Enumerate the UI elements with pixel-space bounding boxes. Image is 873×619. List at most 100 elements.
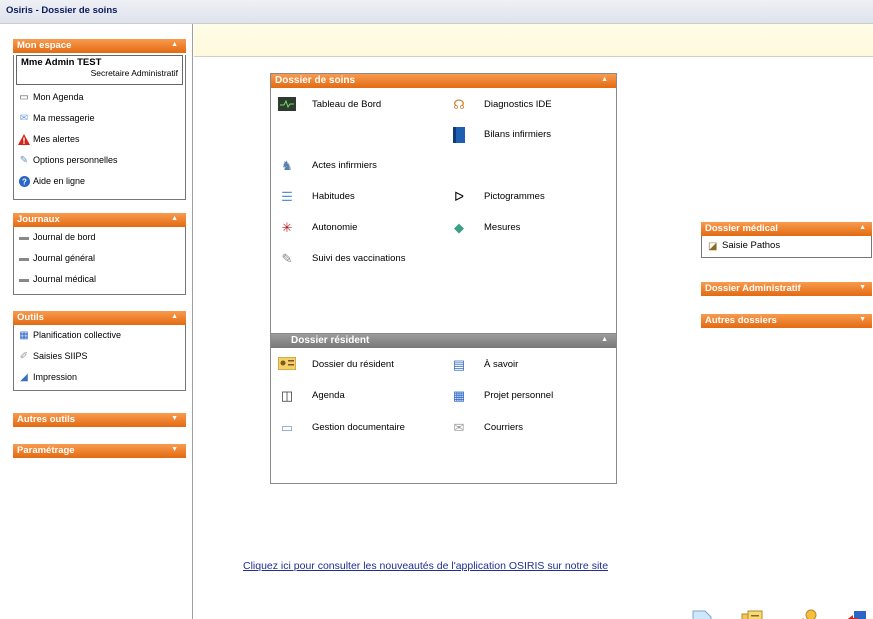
sidebar-item-label: Journal de bord <box>33 232 96 242</box>
grid-icon: ▦ <box>19 330 29 341</box>
item-label: Agenda <box>312 390 345 401</box>
item-label: Habitudes <box>312 191 355 202</box>
mon-espace-header[interactable]: Mon espace ▲ <box>13 39 186 53</box>
chevron-up-icon[interactable]: ▲ <box>859 224 866 231</box>
window-titlebar: Osiris - Dossier de soins <box>0 0 873 24</box>
list-icon: ☰ <box>281 189 293 204</box>
documents-icon[interactable] <box>740 609 768 619</box>
user-role: Secretaire Administratif <box>90 68 178 78</box>
item-label: À savoir <box>484 359 519 370</box>
mon-espace-title: Mon espace <box>17 40 72 51</box>
document-icon: ▭ <box>280 420 294 435</box>
outils-header[interactable]: Outils ▲ <box>13 311 186 325</box>
mon-espace-section: Mon espace ▲ Mme Admin TEST Secretaire A… <box>13 39 186 200</box>
id-card-icon <box>277 356 297 373</box>
sidebar-item-journal-medical[interactable]: ▬ Journal médical <box>14 269 185 290</box>
printer-icon: ◢ <box>20 372 28 383</box>
sidebar-item-label: Mes alertes <box>33 134 80 144</box>
dossier-resident-header[interactable]: Dossier résident ▲ <box>271 334 616 348</box>
sidebar-item-journal-bord[interactable]: ▬ Journal de bord <box>14 227 185 248</box>
chevron-up-icon[interactable]: ▲ <box>601 76 608 83</box>
key-icon[interactable] <box>794 609 824 619</box>
dossier-medical-section: Dossier médical ▲ ◪ Saisie Pathos <box>701 222 872 258</box>
sidebar-item-journal-general[interactable]: ▬ Journal général <box>14 248 185 269</box>
dossier-soins-panel: Dossier de soins ▲ Tableau de Bord ☊ Dia… <box>270 73 617 340</box>
dossier-administratif-header[interactable]: Dossier Administratif ▼ <box>701 282 872 296</box>
autres-dossiers-section[interactable]: Autres dossiers ▼ <box>701 314 872 328</box>
item-label: Projet personnel <box>484 390 554 401</box>
sidebar-item-label: Options personnelles <box>33 155 118 165</box>
svg-text:?: ? <box>22 178 27 187</box>
saisie-pathos-item[interactable]: ◪ Saisie Pathos <box>701 236 872 258</box>
dossier-administratif-section[interactable]: Dossier Administratif ▼ <box>701 282 872 296</box>
chevron-down-icon[interactable]: ▼ <box>171 446 178 453</box>
parametrage-header[interactable]: Paramétrage ▼ <box>13 444 186 458</box>
item-label: Courriers <box>484 422 524 433</box>
autres-outils-title: Autres outils <box>17 414 76 425</box>
user-name: Mme Admin TEST <box>21 57 102 68</box>
sidebar-item-impression[interactable]: ◢ Impression <box>14 367 185 388</box>
sidebar-item-alertes[interactable]: Mes alertes <box>14 129 185 150</box>
dossier-medical-title: Dossier médical <box>705 223 778 234</box>
item-label: Pictogrammes <box>484 191 545 202</box>
sidebar-item-agenda[interactable]: ▭ Mon Agenda <box>14 87 185 108</box>
dossier-administratif-title: Dossier Administratif <box>705 283 801 294</box>
sidebar-item-messagerie[interactable]: ✉ Ma messagerie <box>14 108 185 129</box>
pictogram-icon: ᐅ <box>454 189 464 204</box>
sidebar-item-label: Saisies SIIPS <box>33 351 88 361</box>
chevron-down-icon[interactable]: ▼ <box>859 316 866 323</box>
outils-section: Outils ▲ ▦ Planification collective ✐ Sa… <box>13 311 186 391</box>
autres-outils-section[interactable]: Autres outils ▼ <box>13 413 186 427</box>
chevron-up-icon[interactable]: ▲ <box>601 336 608 343</box>
nurse-icon: ♞ <box>281 158 293 173</box>
user-info-box: Mme Admin TEST Secretaire Administratif <box>16 55 183 85</box>
item-label: Autonomie <box>312 222 358 233</box>
chevron-up-icon[interactable]: ▲ <box>171 215 178 222</box>
chevron-up-icon[interactable]: ▲ <box>171 313 178 320</box>
sidebar-item-label: Journal médical <box>33 274 97 284</box>
logout-icon[interactable] <box>844 609 872 619</box>
dossier-resident-title: Dossier résident <box>291 335 370 346</box>
envelope-icon: ✉ <box>19 113 29 124</box>
outils-title: Outils <box>17 312 44 323</box>
dossier-medical-header[interactable]: Dossier médical ▲ <box>701 222 872 236</box>
calendar-icon: ◫ <box>280 388 294 403</box>
item-label: Mesures <box>484 222 521 233</box>
sidebar-item-planification[interactable]: ▦ Planification collective <box>14 325 185 346</box>
alert-icon <box>18 134 30 145</box>
autres-outils-header[interactable]: Autres outils ▼ <box>13 413 186 427</box>
journal-icon: ▬ <box>19 253 29 264</box>
dossier-resident-panel: Dossier résident ▲ Dossier du résident ▤… <box>270 333 617 484</box>
item-label: Actes infirmiers <box>312 160 377 171</box>
chevron-up-icon[interactable]: ▲ <box>171 41 178 48</box>
window-title: Osiris - Dossier de soins <box>6 5 118 16</box>
sidebar-item-aide[interactable]: ? Aide en ligne <box>14 171 185 192</box>
dossier-soins-header[interactable]: Dossier de soins ▲ <box>271 74 616 88</box>
item-label: Diagnostics IDE <box>484 99 552 110</box>
sidebar-item-options[interactable]: ✎ Options personnelles <box>14 150 185 171</box>
item-label: Suivi des vaccinations <box>312 253 406 264</box>
autres-dossiers-title: Autres dossiers <box>705 315 777 326</box>
sidebar-item-label: Aide en ligne <box>33 176 86 186</box>
settings-icon: ✎ <box>19 155 29 166</box>
item-label: Tableau de Bord <box>312 99 382 110</box>
chevron-down-icon[interactable]: ▼ <box>171 415 178 422</box>
journaux-header[interactable]: Journaux ▲ <box>13 213 186 227</box>
parametrage-section[interactable]: Paramétrage ▼ <box>13 444 186 458</box>
top-banner <box>194 24 873 57</box>
chevron-down-icon[interactable]: ▼ <box>859 284 866 291</box>
sidebar-item-label: Planification collective <box>33 330 122 340</box>
help-icon: ? <box>18 176 30 187</box>
calendar-icon: ▭ <box>19 92 29 103</box>
autres-dossiers-header[interactable]: Autres dossiers ▼ <box>701 314 872 328</box>
left-sidebar: Mon espace ▲ Mme Admin TEST Secretaire A… <box>0 24 193 619</box>
project-icon: ▦ <box>452 388 466 403</box>
dashboard-icon <box>278 97 296 113</box>
new-document-icon[interactable] <box>691 609 719 619</box>
news-link[interactable]: Cliquez ici pour consulter les nouveauté… <box>243 560 608 572</box>
dossier-soins-title: Dossier de soins <box>275 75 356 86</box>
stethoscope-icon: ☊ <box>453 97 465 112</box>
sidebar-item-label: Impression <box>33 372 78 382</box>
info-board-icon: ▤ <box>452 357 466 372</box>
sidebar-item-siips[interactable]: ✐ Saisies SIIPS <box>14 346 185 367</box>
